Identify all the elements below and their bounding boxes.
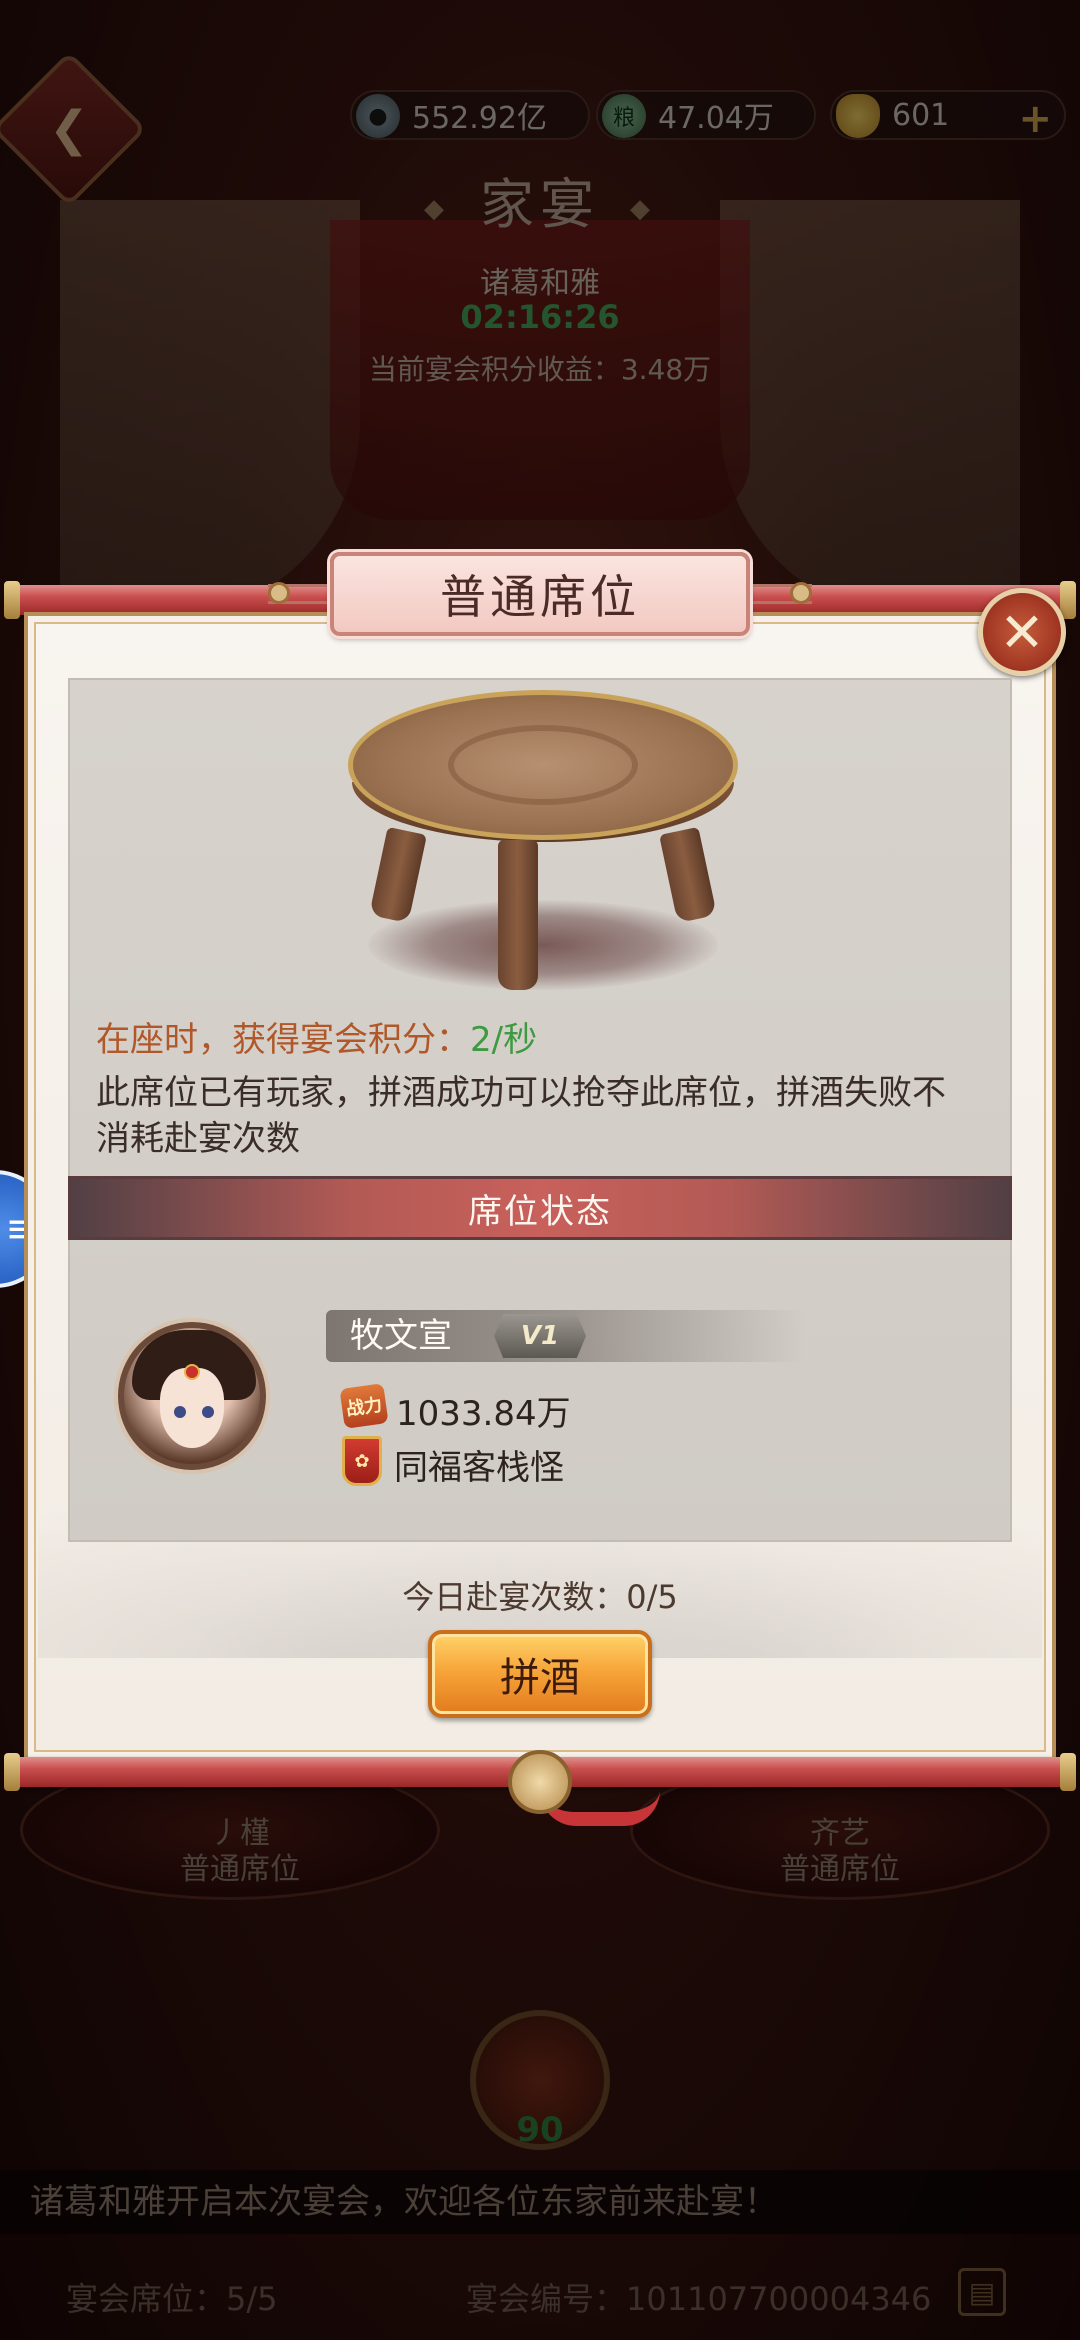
occupant-avatar[interactable] — [118, 1322, 266, 1470]
plaque-knob-left — [268, 582, 290, 604]
close-button[interactable]: ✕ — [978, 588, 1066, 676]
table-shadow — [368, 900, 718, 990]
attend-count: 今日赴宴次数：0/5 — [402, 1578, 678, 1616]
table-top — [348, 690, 738, 840]
table-pattern — [448, 725, 638, 805]
vip-badge: V1 — [494, 1314, 586, 1358]
occupant-guild: 同福客栈怪 — [394, 1448, 564, 1488]
plaque-knob-right — [790, 582, 812, 604]
table-leg — [659, 826, 717, 924]
avatar-gem — [184, 1364, 200, 1380]
round-table-icon — [348, 690, 738, 1000]
occupant-power: 1033.84万 — [396, 1394, 571, 1434]
scroll-knot-icon — [508, 1750, 572, 1814]
avatar-eye — [174, 1406, 186, 1418]
seat-status-header: 席位状态 — [68, 1176, 1012, 1240]
guild-banner-icon: ✿ — [342, 1436, 382, 1486]
seat-score-rate: 在座时，获得宴会积分：2/秒 — [96, 1012, 537, 1061]
seat-description: 此席位已有玩家，拼酒成功可以抢夺此席位，拼酒失败不消耗赴宴次数 — [96, 1073, 946, 1159]
table-leg — [369, 826, 427, 924]
power-icon: 战力 — [339, 1383, 389, 1429]
avatar-eye — [202, 1406, 214, 1418]
close-x-icon: ✕ — [999, 600, 1045, 664]
table-leg — [498, 840, 538, 990]
score-value: 2/秒 — [470, 1020, 538, 1060]
drink-challenge-button[interactable]: 拼酒 — [428, 1630, 652, 1718]
score-label: 在座时，获得宴会积分： — [96, 1020, 470, 1060]
modal-title: 普通席位 — [330, 552, 750, 636]
avatar-face — [160, 1368, 224, 1448]
